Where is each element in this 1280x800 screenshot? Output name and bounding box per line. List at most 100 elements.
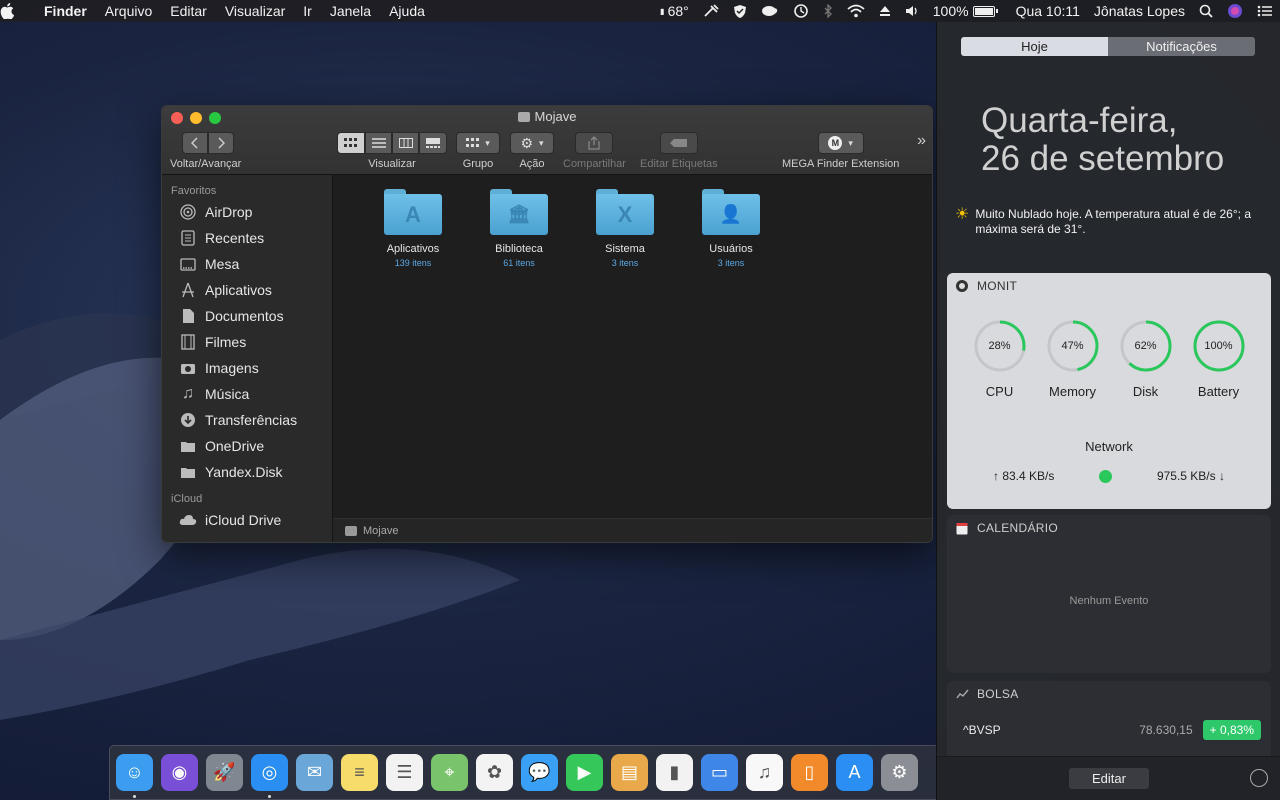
mail-icon[interactable]: ✉ bbox=[296, 754, 333, 791]
messages-icon[interactable]: 💬 bbox=[521, 754, 558, 791]
wand-icon[interactable] bbox=[696, 4, 726, 18]
monit-widget[interactable]: MONIT 28% CPU 47% Memory 62% Disk 100% B… bbox=[947, 273, 1271, 509]
menu-visualizar[interactable]: Visualizar bbox=[216, 3, 294, 19]
stocks-widget[interactable]: BOLSA ^BVSP 78.630,15 + 0,83% bbox=[947, 681, 1271, 761]
facetime-icon[interactable]: ▶ bbox=[566, 754, 603, 791]
menu-ajuda[interactable]: Ajuda bbox=[380, 3, 434, 19]
numbers-icon[interactable]: ▮ bbox=[656, 754, 693, 791]
reminders-icon[interactable]: ☰ bbox=[386, 754, 423, 791]
sidebar-item-yandex-disk[interactable]: Yandex.Disk bbox=[162, 459, 332, 485]
apple-menu-icon[interactable] bbox=[0, 3, 40, 19]
action-button[interactable]: ⚙ ▾ bbox=[510, 132, 554, 154]
mega-label: MEGA Finder Extension bbox=[782, 158, 900, 170]
calendar-widget[interactable]: CALENDÁRIO Nenhum Evento bbox=[947, 515, 1271, 673]
share-button[interactable] bbox=[575, 132, 614, 154]
menu-editar[interactable]: Editar bbox=[161, 3, 216, 19]
siri-icon[interactable]: ◉ bbox=[161, 754, 198, 791]
menu-arquivo[interactable]: Arquivo bbox=[96, 3, 161, 19]
folder-item-biblioteca[interactable]: 🏛 Biblioteca 61 itens bbox=[466, 187, 572, 268]
photos-icon[interactable]: ✿ bbox=[476, 754, 513, 791]
clock[interactable]: Qua 10:11 bbox=[1002, 3, 1087, 19]
tags-button[interactable] bbox=[659, 132, 698, 154]
stock-change-badge[interactable]: + 0,83% bbox=[1202, 720, 1261, 740]
battery-status[interactable]: 100% bbox=[926, 3, 1002, 19]
icon-view-button[interactable] bbox=[337, 132, 365, 154]
group-button[interactable]: ▾ bbox=[456, 132, 500, 154]
preview-glyph: ▤ bbox=[620, 762, 638, 782]
sidebar-item-documentos[interactable]: Documentos bbox=[162, 303, 332, 329]
safari-icon[interactable]: ◎ bbox=[251, 754, 288, 798]
sidebar-item-transferencias[interactable]: Transferências bbox=[162, 407, 332, 433]
spotlight-search-icon[interactable] bbox=[1192, 4, 1220, 18]
finder-sidebar: Favoritos AirDrop Recentes Mesa Aplicati… bbox=[162, 175, 333, 542]
finder-content: A Aplicativos 139 itens 🏛 Biblioteca 61 … bbox=[333, 175, 932, 542]
sidebar-item-airdrop[interactable]: AirDrop bbox=[162, 199, 332, 225]
sidebar-item-filmes[interactable]: Filmes bbox=[162, 329, 332, 355]
back-button[interactable] bbox=[182, 132, 208, 154]
path-bar[interactable]: Mojave bbox=[333, 518, 932, 542]
siri-icon[interactable] bbox=[1220, 3, 1250, 19]
keynote-icon[interactable]: ▭ bbox=[701, 754, 738, 791]
path-bar-text: Mojave bbox=[363, 525, 399, 537]
notes-icon[interactable]: ≡ bbox=[341, 754, 378, 791]
gear-icon[interactable] bbox=[1250, 769, 1268, 787]
itunes-icon[interactable]: ♫ bbox=[746, 754, 783, 791]
sidebar-item-label: Documentos bbox=[205, 308, 284, 324]
sidebar-item-icloud-drive[interactable]: iCloud Drive bbox=[162, 507, 332, 533]
eject-icon[interactable] bbox=[872, 5, 898, 17]
folder-item-aplicativos[interactable]: A Aplicativos 139 itens bbox=[360, 187, 466, 268]
shield-icon[interactable] bbox=[726, 4, 754, 19]
edit-widgets-button[interactable]: Editar bbox=[1069, 768, 1149, 789]
more-toolbar-icon[interactable]: » bbox=[917, 132, 926, 150]
window-title-text: Mojave bbox=[534, 109, 577, 124]
tab-notifications[interactable]: Notificações bbox=[1108, 37, 1255, 56]
widget-title: MONIT bbox=[977, 279, 1018, 293]
wifi-icon[interactable] bbox=[840, 4, 872, 18]
app-store-icon[interactable]: A bbox=[836, 754, 873, 791]
time-machine-icon[interactable] bbox=[786, 3, 816, 19]
folder-name: Aplicativos bbox=[386, 243, 440, 255]
wind-icon: ▮ bbox=[660, 6, 665, 16]
forward-button[interactable] bbox=[208, 132, 234, 154]
maps-icon[interactable]: ⌖ bbox=[431, 754, 468, 791]
launchpad-glyph: 🚀 bbox=[213, 762, 236, 782]
coffee-cup-icon[interactable] bbox=[754, 4, 786, 18]
folder-item-usuarios[interactable]: 👤 Usuários 3 itens bbox=[678, 187, 784, 268]
widget-title: CALENDÁRIO bbox=[977, 521, 1059, 535]
folder-name: Biblioteca bbox=[495, 243, 543, 255]
sidebar-item-recentes[interactable]: Recentes bbox=[162, 225, 332, 251]
list-view-button[interactable] bbox=[365, 132, 392, 154]
books-icon[interactable]: ▯ bbox=[791, 754, 828, 791]
notification-center-icon[interactable] bbox=[1250, 5, 1280, 17]
weather-status[interactable]: ▮ 68° bbox=[653, 3, 696, 19]
column-view-button[interactable] bbox=[392, 132, 419, 154]
sidebar-item-musica[interactable]: ♫ Música bbox=[162, 381, 332, 407]
preview-icon[interactable]: ▤ bbox=[611, 754, 648, 791]
tab-today[interactable]: Hoje bbox=[961, 37, 1108, 56]
bluetooth-icon[interactable] bbox=[816, 4, 840, 18]
volume-icon[interactable] bbox=[898, 5, 926, 17]
gallery-view-button[interactable] bbox=[419, 132, 447, 154]
sidebar-item-aplicativos[interactable]: Aplicativos bbox=[162, 277, 332, 303]
launchpad-icon[interactable]: 🚀 bbox=[206, 754, 243, 791]
nav-group: Voltar/Avançar bbox=[170, 132, 241, 170]
sidebar-item-label: AirDrop bbox=[205, 204, 253, 220]
system-preferences-icon[interactable]: ⚙ bbox=[881, 754, 918, 791]
sidebar-item-onedrive[interactable]: OneDrive bbox=[162, 433, 332, 459]
gauge-label: CPU bbox=[985, 384, 1014, 399]
finder-icon[interactable]: ☺ bbox=[116, 754, 153, 798]
stocks-icon bbox=[955, 687, 969, 701]
menu-ir[interactable]: Ir bbox=[294, 3, 321, 19]
menu-janela[interactable]: Janela bbox=[321, 3, 380, 19]
stock-row[interactable]: ^BVSP 78.630,15 + 0,83% bbox=[947, 707, 1271, 740]
menu-app-name[interactable]: Finder bbox=[40, 3, 96, 19]
mega-group: M ▾ MEGA Finder Extension bbox=[782, 132, 899, 170]
sidebar-item-mesa[interactable]: Mesa bbox=[162, 251, 332, 277]
dock: ☺ ◉ 🚀 ◎ ✉ ≡ ☰ ⌖ ✿ 💬 ▶ ▤ ▮ ▭ ♫ ▯ A ⚙ bbox=[109, 745, 939, 800]
user-name[interactable]: Jônatas Lopes bbox=[1087, 3, 1192, 19]
mega-button[interactable]: M ▾ bbox=[817, 132, 864, 154]
share-label: Compartilhar bbox=[563, 158, 626, 170]
airdrop-icon bbox=[179, 203, 197, 221]
folder-item-sistema[interactable]: X Sistema 3 itens bbox=[572, 187, 678, 268]
sidebar-item-imagens[interactable]: Imagens bbox=[162, 355, 332, 381]
